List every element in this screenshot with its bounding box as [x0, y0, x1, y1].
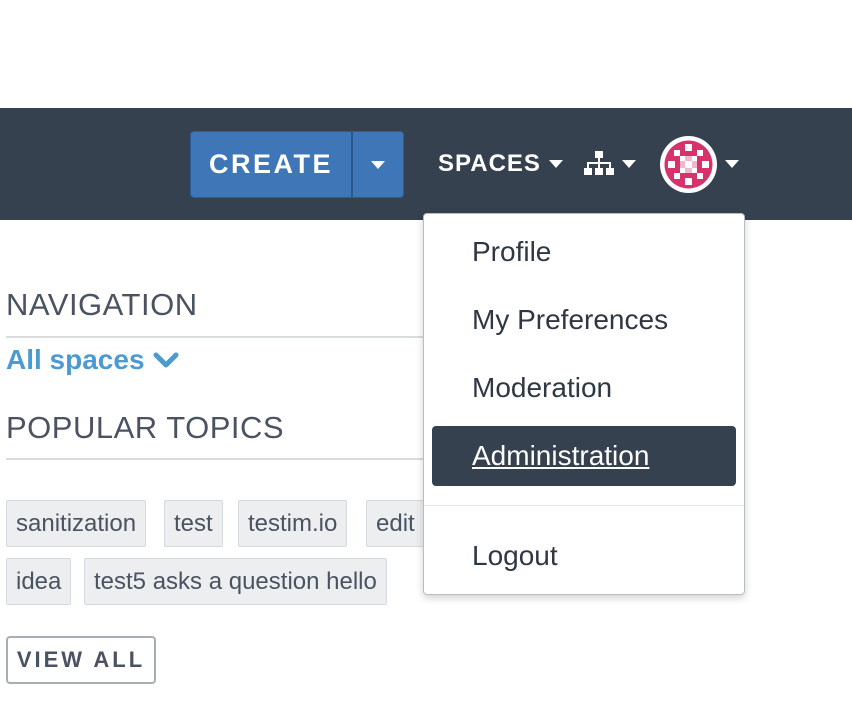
create-dropdown-button[interactable] [351, 131, 404, 198]
all-spaces-label: All spaces [6, 344, 145, 375]
menu-item-administration[interactable]: Administration [432, 426, 736, 486]
menu-item-logout[interactable]: Logout [432, 526, 736, 586]
menu-item-moderation[interactable]: Moderation [432, 358, 736, 418]
topic-tag[interactable]: testim.io [238, 500, 348, 547]
chevron-down-icon [153, 352, 179, 368]
spaces-menu[interactable]: SPACES [438, 148, 563, 180]
view-all-button[interactable]: VIEW ALL [6, 636, 156, 684]
caret-down-icon [548, 160, 563, 168]
sitemap-menu[interactable] [584, 150, 636, 178]
top-navigation-bar: CREATE SPACES [0, 108, 852, 220]
menu-item-profile[interactable]: Profile [432, 222, 736, 282]
create-button[interactable]: CREATE [190, 131, 351, 198]
menu-item-my-preferences[interactable]: My Preferences [432, 290, 736, 350]
sitemap-icon [584, 151, 614, 175]
menu-divider [424, 505, 744, 506]
topic-tag[interactable]: idea [6, 558, 72, 605]
topic-tag[interactable]: edit [366, 500, 425, 547]
all-spaces-link[interactable]: All spaces [6, 344, 179, 376]
topic-tag[interactable]: test [164, 500, 223, 547]
create-button-group: CREATE [190, 131, 404, 198]
topic-tag[interactable]: test5 asks a question hello [84, 558, 387, 605]
avatar-pattern-icon [664, 140, 713, 188]
spaces-label: SPACES [438, 150, 541, 177]
user-avatar-menu[interactable] [660, 135, 739, 193]
caret-down-icon [622, 160, 636, 168]
topic-tag[interactable]: sanitization [6, 500, 147, 547]
avatar [660, 135, 717, 193]
caret-down-icon [371, 160, 385, 169]
popular-topics-heading: POPULAR TOPICS [6, 410, 285, 445]
navigation-heading: NAVIGATION [6, 287, 198, 322]
caret-down-icon [725, 160, 739, 168]
user-dropdown-menu: Profile My Preferences Moderation Admini… [423, 213, 745, 595]
divider [6, 336, 426, 338]
divider [6, 458, 426, 460]
